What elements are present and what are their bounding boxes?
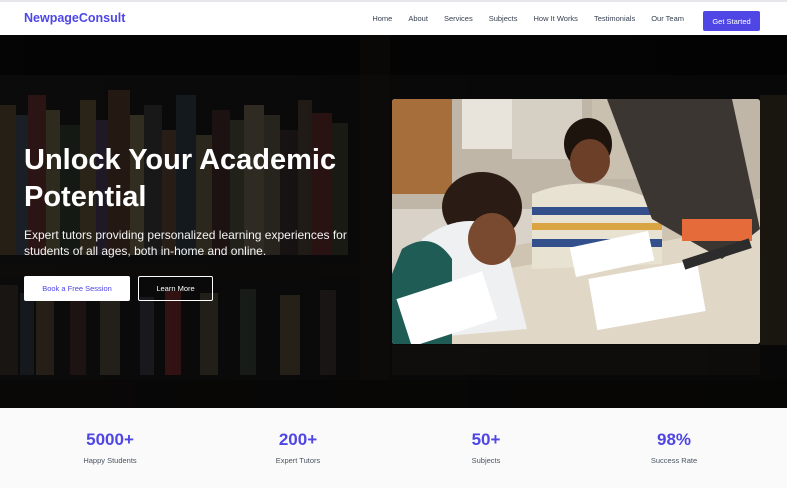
brand-logo[interactable]: NewpageConsult — [24, 11, 125, 25]
nav-link-subjects[interactable]: Subjects — [489, 14, 518, 23]
nav-link-testimonials[interactable]: Testimonials — [594, 14, 635, 23]
get-started-button[interactable]: Get Started — [703, 11, 760, 31]
stat-happy-students: 5000+ Happy Students — [35, 430, 185, 465]
hero-subtitle: Expert tutors providing personalized lea… — [24, 228, 347, 258]
nav-links: Home About Services Subjects How It Work… — [356, 14, 684, 23]
stat-value: 200+ — [278, 430, 318, 449]
stat-value: 98% — [656, 430, 692, 449]
hero-section: Unlock Your Academic Potential Expert tu… — [0, 35, 787, 408]
hero-title: Unlock Your Academic Potential — [24, 144, 337, 213]
stat-label: Subjects — [471, 456, 501, 465]
book-free-session-button[interactable]: Book a Free Session — [24, 276, 130, 301]
stat-label: Success Rate — [650, 456, 698, 465]
top-navbar: NewpageConsult Home About Services Subje… — [0, 0, 787, 35]
stat-label: Expert Tutors — [275, 456, 321, 465]
stat-expert-tutors: 200+ Expert Tutors — [223, 430, 373, 465]
nav-link-services[interactable]: Services — [444, 14, 473, 23]
tutoring-photo — [392, 99, 760, 344]
stats-section: 5000+ Happy Students 200+ Expert Tutors … — [0, 408, 787, 488]
nav-link-our-team[interactable]: Our Team — [651, 14, 684, 23]
stat-subjects: 50+ Subjects — [411, 430, 561, 465]
stat-label: Happy Students — [83, 456, 137, 465]
stat-value: 5000+ — [86, 430, 134, 449]
nav-link-how-it-works[interactable]: How It Works — [533, 14, 577, 23]
nav-link-about[interactable]: About — [408, 14, 428, 23]
stat-success-rate: 98% Success Rate — [599, 430, 749, 465]
stat-value: 50+ — [471, 430, 501, 449]
nav-link-home[interactable]: Home — [372, 14, 392, 23]
learn-more-button[interactable]: Learn More — [138, 276, 213, 301]
